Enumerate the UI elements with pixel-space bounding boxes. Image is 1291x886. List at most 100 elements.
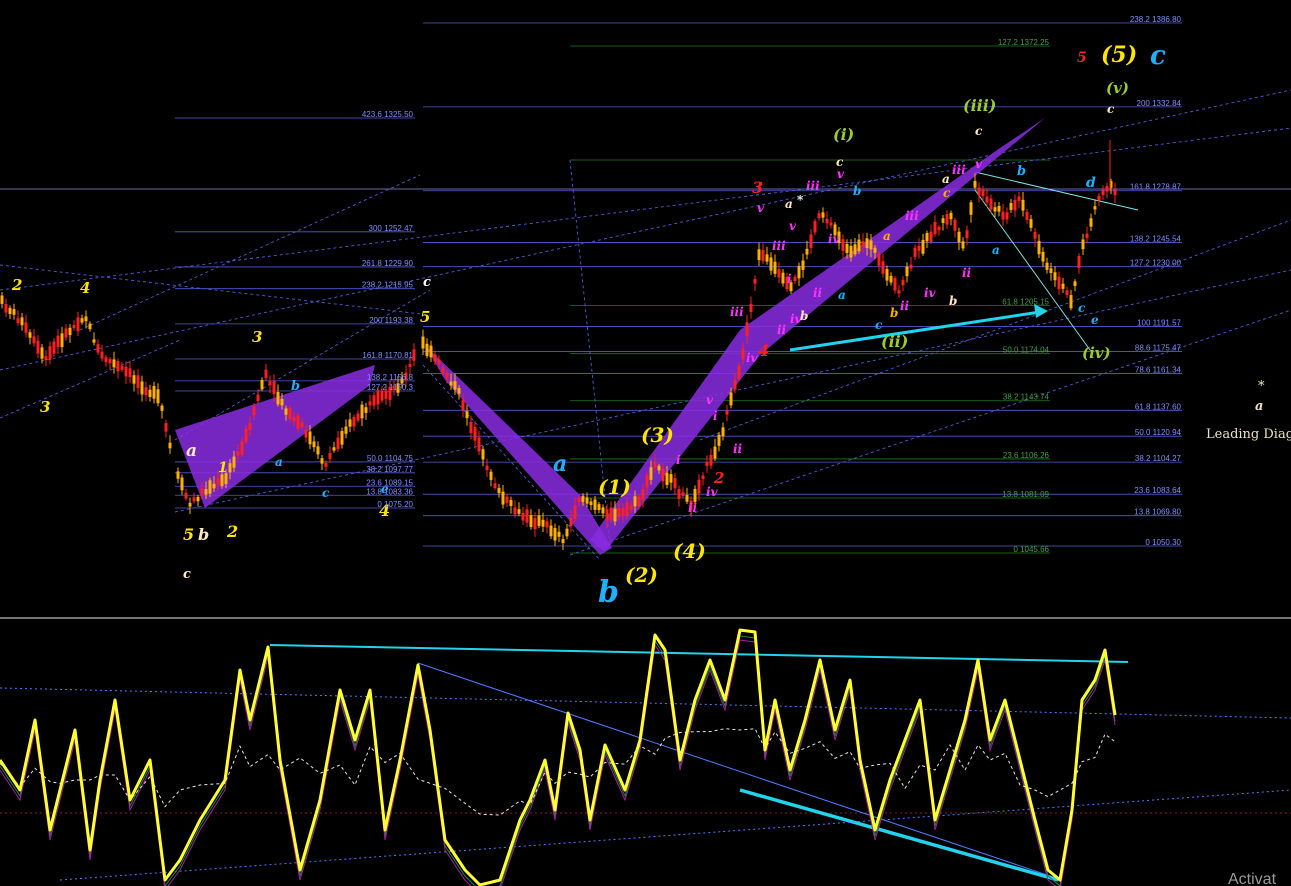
candle-body [144, 387, 148, 396]
candle-body [220, 474, 224, 487]
candle-body [248, 423, 252, 431]
chart-root: 2 435 b 2a13bac e45ccab(1)(2)(3)(4)342(i)(ii… [0, 0, 1291, 886]
candle-body [112, 359, 116, 368]
candle-body [184, 492, 188, 499]
fib-right-label-11: 23.6 1083.64 [1134, 486, 1181, 495]
candle-body [176, 471, 180, 479]
candle-body [244, 428, 248, 442]
candle-body [408, 364, 412, 368]
candle-body [324, 462, 328, 467]
wave-label-30: (v) [1106, 79, 1129, 97]
wave-label-6: a [186, 441, 197, 461]
candle-body [4, 303, 8, 313]
candle-body [797, 265, 801, 279]
candle-body [272, 381, 276, 395]
sub-wave-12: iv [828, 232, 841, 246]
candle-body [905, 266, 909, 277]
candle-body [805, 248, 809, 255]
sub-wave-23: c [836, 155, 844, 169]
candle-body [653, 461, 657, 468]
candle-body [256, 394, 260, 402]
wave-label-0: 2 [11, 276, 22, 294]
fib-right-label-13: 0 1050.30 [1145, 538, 1181, 547]
candle-body [561, 539, 565, 544]
candle-body [977, 187, 981, 196]
candle-body [1057, 276, 1061, 290]
candle-body [757, 249, 761, 261]
fib-right-label-6: 88.6 1175.47 [1135, 343, 1182, 352]
sub-wave-25: b [949, 294, 957, 308]
candle-body [869, 240, 873, 250]
candle-body [593, 499, 597, 510]
candle-body [597, 504, 601, 511]
candle-body [280, 398, 284, 406]
wave-label-7: 1 [218, 460, 228, 476]
candle-body [12, 309, 16, 315]
candle-body [993, 207, 997, 212]
candle-body [897, 290, 901, 294]
candle-body [1081, 239, 1085, 250]
candle-body [449, 381, 453, 386]
fib-green-label-4: 23.6 1106.26 [1003, 451, 1050, 460]
candle-body [264, 369, 268, 378]
candle-body [1101, 189, 1105, 196]
sub-wave-17: ii [900, 299, 910, 313]
sub-wave-18: iii [952, 163, 966, 177]
candle-body [188, 502, 192, 507]
candle-body [637, 496, 641, 507]
candle-body [673, 478, 677, 489]
candle-body [304, 429, 308, 438]
candle-body [601, 507, 605, 514]
candle-body [741, 349, 745, 360]
candle-body [641, 489, 645, 500]
sub-wave-29: a [838, 288, 846, 302]
candle-body [24, 322, 28, 333]
candle-body [929, 231, 933, 242]
candle-body [180, 477, 184, 491]
candle-body [84, 316, 88, 322]
candle-body [917, 245, 921, 251]
sub-wave-21: a [785, 197, 793, 211]
sub-wave-19: ii [962, 266, 972, 280]
candle-body [208, 480, 212, 494]
candle-body [793, 276, 797, 282]
candle-body [36, 340, 40, 354]
candle-body [605, 509, 609, 521]
candle-body [20, 317, 24, 326]
candle-body [761, 250, 765, 262]
candle-body [148, 389, 152, 398]
candle-body [204, 489, 208, 495]
sub-wave-7: v [706, 393, 714, 407]
fib-right-label-4: 127.2 1230.00 [1130, 259, 1182, 268]
wave-label-22: (4) [673, 539, 706, 563]
candle-body [893, 278, 897, 291]
candle-body [505, 496, 509, 503]
candle-body [1061, 283, 1065, 289]
wave-label-34: d [1086, 175, 1096, 191]
candle-body [901, 279, 905, 286]
candle-body [1085, 233, 1089, 238]
candle-body [457, 388, 461, 394]
candle-body [657, 465, 661, 471]
sub-wave-14: v [837, 167, 845, 181]
sub-wave-26: c [975, 124, 983, 138]
candle-body [1065, 290, 1069, 296]
candle-body [360, 404, 364, 419]
sub-wave-11: iii [806, 179, 820, 193]
fib-green-label-1: 61.8 1205.15 [1002, 297, 1049, 306]
fib-left-label-9: 38.2 1097.77 [366, 465, 413, 474]
candle-body [232, 456, 236, 468]
candle-body [565, 528, 569, 537]
wave-label-15: c [423, 275, 431, 290]
wave-label-10: a [275, 455, 283, 469]
sub-wave-32: b [890, 306, 898, 320]
candle-body [328, 452, 332, 460]
candle-body [501, 491, 505, 505]
candle-body [1017, 196, 1021, 201]
wave-label-2: 3 [40, 398, 50, 416]
candle-body [877, 253, 881, 266]
candle-body [645, 474, 649, 488]
sub-wave-15: iii [905, 209, 919, 223]
candle-body [549, 525, 553, 537]
candle-body [292, 417, 296, 421]
